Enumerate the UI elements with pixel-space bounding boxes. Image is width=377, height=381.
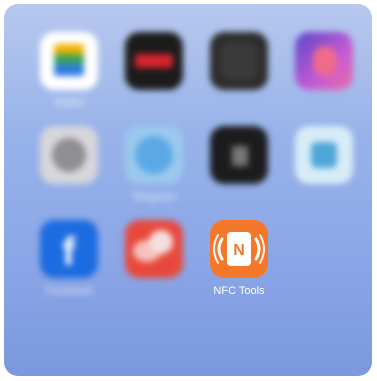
light-blue-app-icon — [295, 126, 353, 184]
app-light-blue[interactable] — [284, 126, 364, 191]
app-label: Wallet — [53, 97, 85, 109]
telegram-icon — [125, 126, 183, 184]
app-settings[interactable] — [29, 126, 109, 191]
red-app-icon — [125, 220, 183, 278]
app-dark[interactable] — [199, 32, 279, 97]
app-telegram[interactable]: Telegram — [114, 126, 194, 204]
dark-widget-icon — [210, 126, 268, 184]
app-video[interactable] — [114, 32, 194, 97]
app-nfc-tools[interactable]: N NFC Tools — [199, 220, 279, 298]
facebook-icon: f — [40, 220, 98, 278]
app-facebook[interactable]: f Facebook — [29, 220, 109, 298]
nfc-icon-graphic: N — [213, 232, 265, 266]
home-screen: Wallet Telegram f Facebook N NFC Tools — [4, 4, 372, 376]
app-label-nfc-tools: NFC Tools — [213, 285, 265, 297]
app-creative[interactable] — [284, 32, 364, 97]
nfc-icon: N — [210, 220, 268, 278]
creative-app-icon — [295, 32, 353, 90]
app-wallet[interactable]: Wallet — [29, 32, 109, 110]
dark-app-icon — [210, 32, 268, 90]
app-grid: Wallet Telegram f Facebook N NFC Tools — [4, 4, 372, 376]
nfc-letter: N — [233, 242, 245, 259]
app-label: Facebook — [44, 285, 94, 297]
app-dark-widget[interactable] — [199, 126, 279, 191]
wallet-icon — [40, 32, 98, 90]
settings-icon — [40, 126, 98, 184]
app-label: Telegram — [131, 191, 177, 203]
app-red[interactable] — [114, 220, 194, 285]
video-app-icon — [125, 32, 183, 90]
